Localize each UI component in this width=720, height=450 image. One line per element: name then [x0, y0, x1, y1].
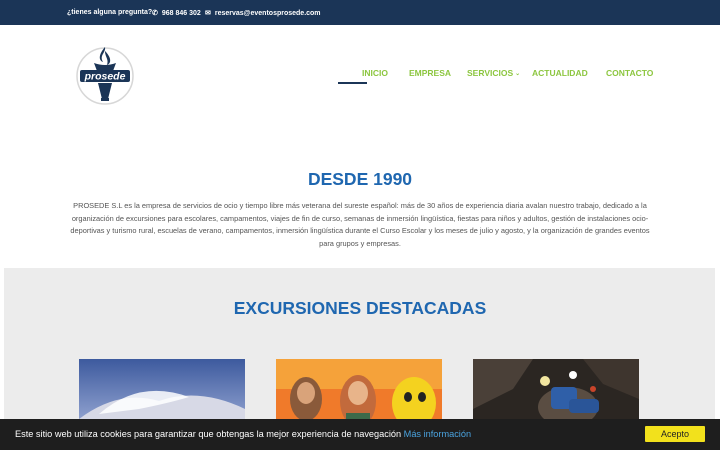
chevron-down-icon: ⌄: [515, 71, 521, 77]
email-link[interactable]: ✉ reservas@eventosprosede.com: [205, 9, 321, 18]
nav-actualidad[interactable]: ACTUALIDAD: [532, 68, 588, 78]
featured-title: EXCURSIONES DESTACADAS: [233, 298, 487, 318]
cookie-text: Este sitio web utiliza cookies para gara…: [15, 429, 402, 439]
email-address: reservas@eventosprosede.com: [214, 9, 321, 17]
cookie-message: Este sitio web utiliza cookies para gara…: [15, 429, 471, 439]
logo-graphic: prosede: [76, 47, 134, 105]
phone-link[interactable]: ✆ 968 846 302: [152, 9, 201, 18]
nav-contacto[interactable]: CONTACTO: [606, 68, 653, 78]
cookie-banner: Este sitio web utiliza cookies para gara…: [0, 419, 720, 450]
prosede-logo[interactable]: prosede: [72, 43, 136, 105]
nav-servicios-label: SERVICIOS: [467, 68, 514, 78]
intro-body: PROSEDE S.L es la empresa de servicios d…: [70, 201, 650, 248]
cookie-more-info-link[interactable]: Más información: [404, 429, 471, 439]
cookie-accept-button[interactable]: Acepto: [645, 426, 705, 442]
envelope-icon: ✉: [205, 10, 211, 17]
nav-servicios[interactable]: SERVICIOS ⌄: [467, 68, 520, 78]
top-bar: ¿tienes alguna pregunta? ✆ 968 846 302 ✉…: [0, 0, 720, 25]
nav-empresa[interactable]: EMPRESA: [409, 68, 451, 78]
nav-active-indicator: [338, 82, 367, 84]
nav-inicio[interactable]: INICIO: [362, 68, 388, 78]
logo-text: prosede: [84, 71, 126, 83]
question-text: ¿tienes alguna pregunta?: [67, 9, 153, 16]
intro-title: DESDE 1990: [307, 169, 413, 189]
phone-number: 968 846 302: [161, 9, 201, 17]
phone-icon: ✆: [152, 10, 158, 17]
